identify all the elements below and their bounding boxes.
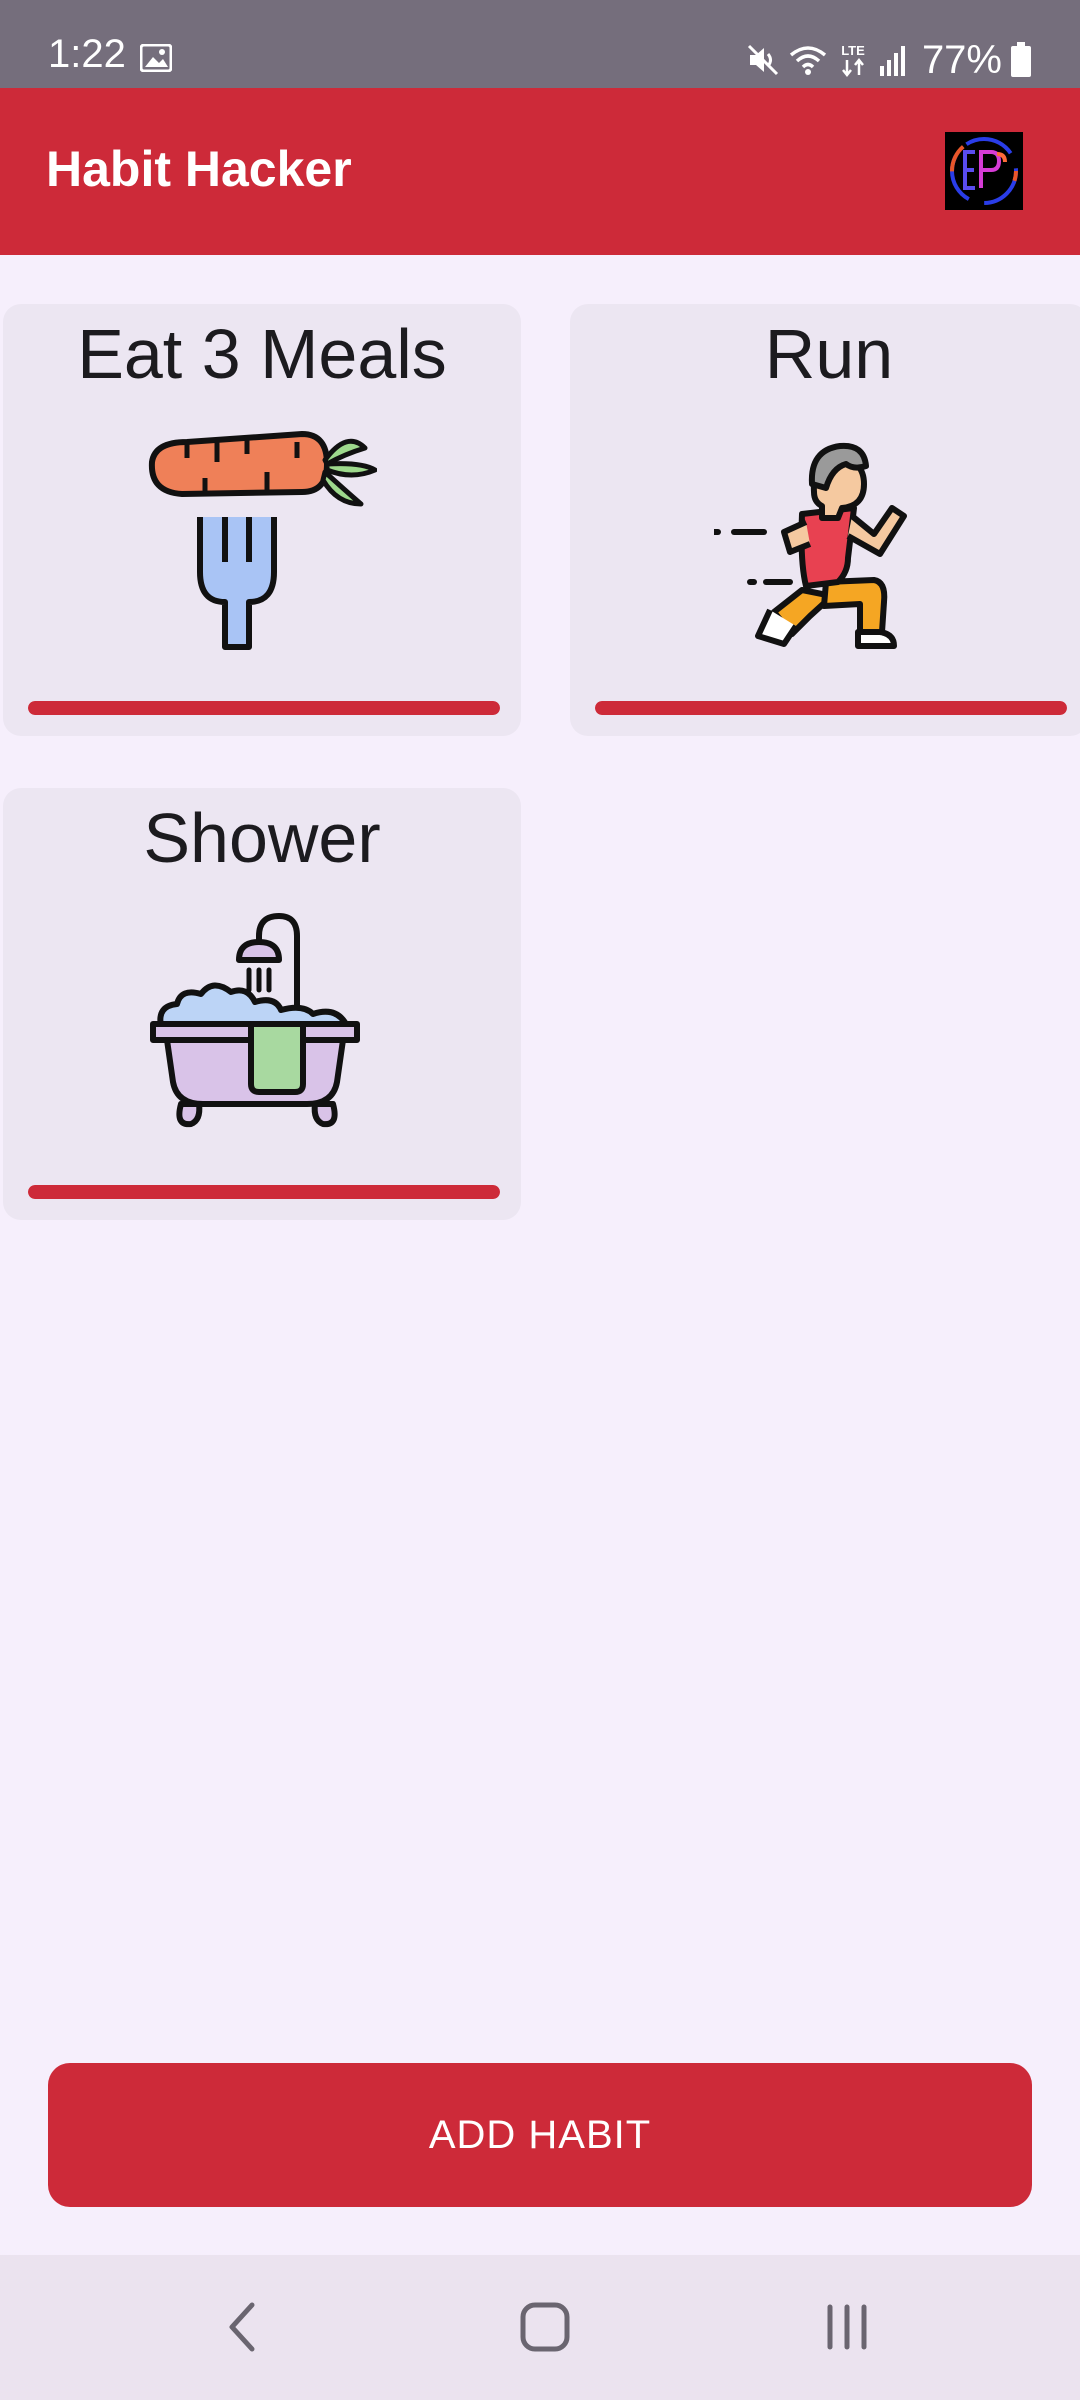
signal-icon [879, 46, 905, 76]
habit-title: Eat 3 Meals [77, 315, 447, 393]
app-logo[interactable] [945, 132, 1023, 210]
navigation-bar [0, 2255, 1080, 2400]
home-icon[interactable] [500, 2287, 590, 2367]
habit-card-shower[interactable]: Shower [3, 788, 521, 1220]
habit-progress-bar [28, 701, 500, 715]
wifi-icon [789, 46, 827, 75]
bathtub-icon [150, 912, 360, 1128]
habit-title: Shower [143, 799, 381, 877]
battery-percentage: 77% [921, 38, 1002, 82]
status-icons: LTE 77% [746, 38, 1032, 82]
habit-progress-fill [595, 701, 1067, 715]
battery-icon [1011, 42, 1031, 77]
habit-progress-fill [28, 701, 500, 715]
status-bar: 1:22 LTE 77% [0, 0, 1080, 88]
habit-progress-bar [28, 1185, 500, 1199]
app-title: Habit Hacker [46, 141, 352, 197]
svg-text:LTE: LTE [841, 43, 865, 58]
lte-icon: LTE [841, 43, 865, 78]
mute-icon [747, 44, 778, 76]
back-icon[interactable] [198, 2287, 288, 2367]
gallery-icon [140, 44, 172, 72]
habit-title: Run [764, 315, 894, 393]
runner-icon [714, 442, 907, 649]
add-habit-button[interactable]: ADD HABIT [48, 2063, 1032, 2207]
recents-icon[interactable] [802, 2287, 892, 2367]
carrot-fork-icon [148, 431, 377, 650]
habit-progress-fill [28, 1185, 500, 1199]
app-bar: Habit Hacker [0, 88, 1080, 255]
habit-progress-bar [595, 701, 1067, 715]
habit-card-eat-3-meals[interactable]: Eat 3 Meals [3, 304, 521, 736]
habit-card-run[interactable]: Run [570, 304, 1080, 736]
eps-logo-icon [950, 137, 1018, 205]
status-time: 1:22 [48, 32, 126, 76]
